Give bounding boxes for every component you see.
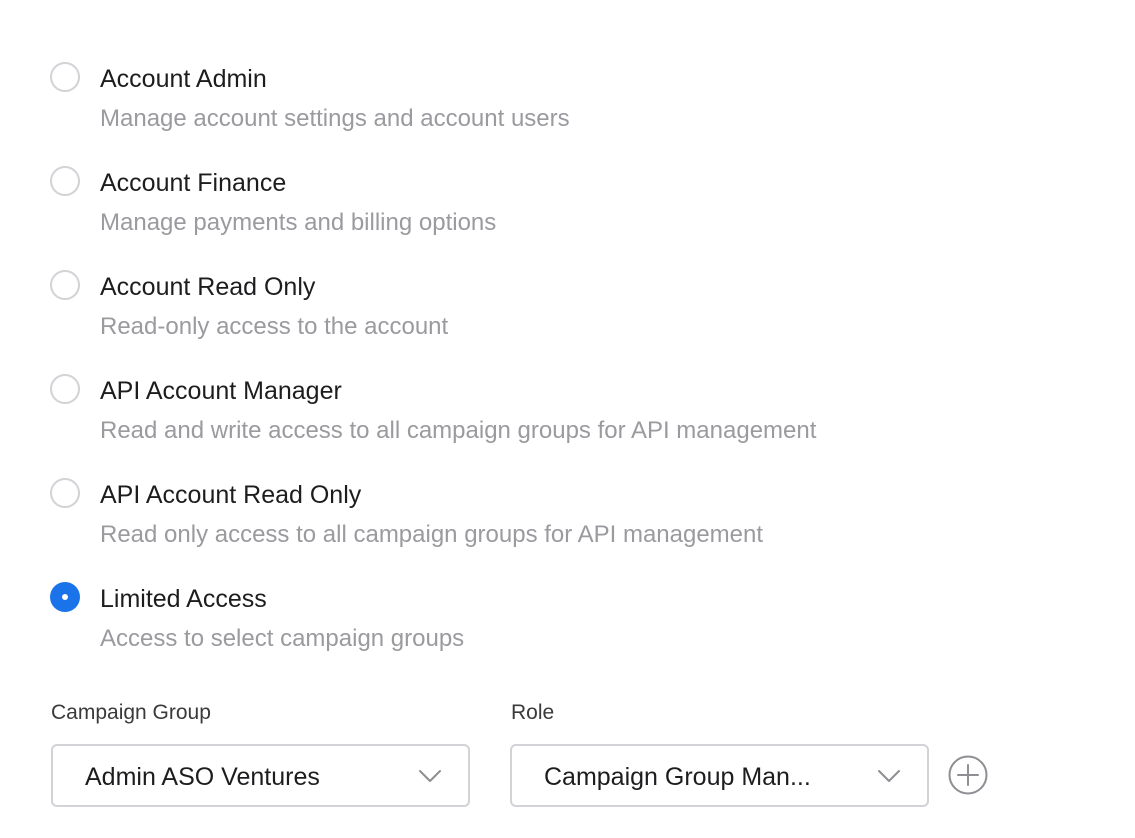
plus-circle-icon — [948, 755, 988, 795]
role-option-limited-access[interactable]: Limited Access Access to select campaign… — [50, 578, 1050, 682]
role-title: Account Read Only — [100, 273, 316, 301]
radio-button[interactable] — [50, 270, 80, 300]
chevron-down-icon — [878, 770, 900, 782]
role-description: Read only access to all campaign groups … — [100, 521, 764, 548]
radio-button[interactable] — [50, 166, 80, 196]
chevron-down-icon — [419, 770, 441, 782]
role-title: API Account Read Only — [100, 481, 362, 509]
role-description: Read-only access to the account — [100, 313, 449, 340]
role-option-api-account-manager[interactable]: API Account Manager Read and write acces… — [50, 370, 1050, 474]
campaign-group-value: Admin ASO Ventures — [85, 763, 320, 791]
role-option-api-account-read-only[interactable]: API Account Read Only Read only access t… — [50, 474, 1050, 578]
role-description: Manage account settings and account user… — [100, 105, 570, 132]
role-description: Manage payments and billing options — [100, 209, 497, 236]
role-title: Limited Access — [100, 585, 267, 613]
role-title: API Account Manager — [100, 377, 342, 405]
radio-button[interactable] — [50, 374, 80, 404]
role-select[interactable]: Campaign Group Man... — [510, 744, 929, 807]
role-description: Read and write access to all campaign gr… — [100, 417, 817, 444]
role-label: Role — [511, 701, 555, 724]
role-option-account-read-only[interactable]: Account Read Only Read-only access to th… — [50, 266, 1050, 370]
role-option-account-admin[interactable]: Account Admin Manage account settings an… — [50, 58, 1050, 162]
radio-button-selected[interactable] — [50, 582, 80, 612]
campaign-group-label: Campaign Group — [51, 701, 211, 724]
role-value: Campaign Group Man... — [544, 763, 811, 791]
role-options-list: Account Admin Manage account settings an… — [50, 58, 1050, 682]
role-description: Access to select campaign groups — [100, 625, 465, 652]
role-title: Account Admin — [100, 65, 267, 93]
role-option-account-finance[interactable]: Account Finance Manage payments and bill… — [50, 162, 1050, 266]
role-title: Account Finance — [100, 169, 287, 197]
radio-button[interactable] — [50, 62, 80, 92]
add-row-button[interactable] — [948, 755, 988, 795]
radio-button[interactable] — [50, 478, 80, 508]
campaign-group-select[interactable]: Admin ASO Ventures — [51, 744, 470, 807]
